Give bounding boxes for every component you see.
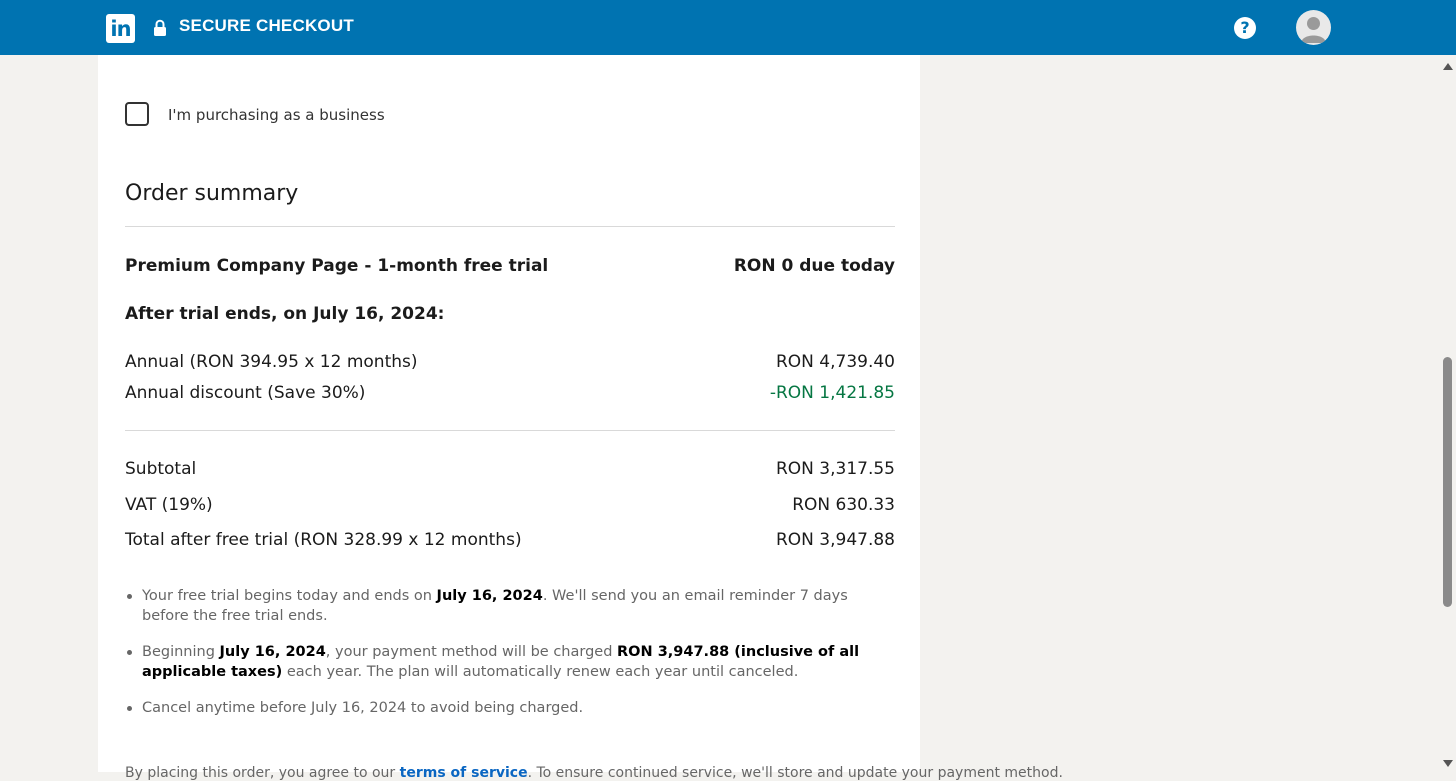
- avatar-silhouette-icon: [1301, 17, 1326, 43]
- discount-label: Annual discount (Save 30%): [125, 383, 366, 403]
- note-text: Beginning: [142, 644, 220, 660]
- discount-value: -RON 1,421.85: [769, 383, 895, 403]
- vat-value: RON 630.33: [792, 495, 895, 515]
- page-title: SECURE CHECKOUT: [179, 16, 354, 35]
- total-value: RON 3,947.88: [775, 530, 895, 550]
- note-text: Cancel anytime before July 16, 2024 to a…: [142, 700, 584, 716]
- top-navigation-bar: in SECURE CHECKOUT ?: [0, 0, 1456, 55]
- note-date: July 16, 2024: [436, 588, 543, 604]
- subtotal-value: RON 3,317.55: [775, 459, 895, 479]
- lock-icon: [154, 19, 166, 36]
- annual-value: RON 4,739.40: [775, 352, 895, 372]
- trial-notes-list: Your free trial begins today and ends on…: [127, 586, 872, 734]
- note-text: Your free trial begins today and ends on: [142, 588, 437, 604]
- divider: [125, 430, 895, 431]
- terms-text: By placing this order, you agree to our: [125, 765, 400, 781]
- order-summary-title: Order summary: [125, 181, 299, 206]
- note-text: , your payment method will be charged: [325, 644, 618, 660]
- product-label: Premium Company Page - 1-month free tria…: [125, 256, 549, 276]
- terms-text: . To ensure continued service, we'll sto…: [527, 765, 1063, 781]
- note-date: July 16, 2024: [219, 644, 326, 660]
- after-trial-heading: After trial ends, on July 16, 2024:: [125, 304, 445, 324]
- terms-footer: By placing this order, you agree to our …: [125, 765, 1063, 781]
- total-label: Total after free trial (RON 328.99 x 12 …: [125, 530, 522, 550]
- list-item: Your free trial begins today and ends on…: [127, 586, 872, 626]
- scroll-down-arrow-icon[interactable]: [1443, 760, 1453, 767]
- scrollbar-thumb[interactable]: [1443, 357, 1452, 607]
- product-due-today: RON 0 due today: [733, 256, 895, 276]
- scroll-up-arrow-icon[interactable]: [1443, 63, 1453, 70]
- list-item: Cancel anytime before July 16, 2024 to a…: [127, 698, 872, 718]
- avatar[interactable]: [1296, 10, 1331, 45]
- divider: [125, 226, 895, 227]
- help-icon[interactable]: ?: [1234, 17, 1256, 39]
- linkedin-logo[interactable]: in: [106, 14, 135, 43]
- terms-of-service-link[interactable]: terms of service: [400, 765, 528, 781]
- list-item: Beginning July 16, 2024, your payment me…: [127, 642, 872, 682]
- subtotal-label: Subtotal: [125, 459, 197, 479]
- business-checkbox-label[interactable]: I'm purchasing as a business: [168, 106, 385, 124]
- annual-label: Annual (RON 394.95 x 12 months): [125, 352, 418, 372]
- note-text: each year. The plan will automatically r…: [282, 664, 799, 680]
- business-checkbox[interactable]: [125, 102, 149, 126]
- vat-label: VAT (19%): [125, 495, 213, 515]
